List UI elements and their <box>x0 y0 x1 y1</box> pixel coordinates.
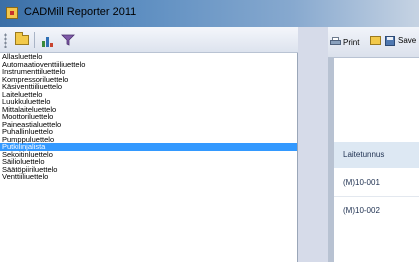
row-divider <box>334 196 419 197</box>
title-bar[interactable]: CADMill Reporter 2011 <box>0 0 419 27</box>
open-folder-button[interactable] <box>13 31 31 49</box>
column-header-laitetunnus: Laitetunnus <box>343 150 385 159</box>
app-icon <box>6 7 18 19</box>
save-button[interactable]: Save <box>398 36 416 45</box>
save-icon[interactable] <box>385 36 395 46</box>
chart-icon <box>41 33 55 47</box>
toolbar-grip[interactable] <box>4 33 7 48</box>
left-toolbar <box>0 27 298 53</box>
list-item[interactable]: Venttiiliuettelo <box>0 173 297 181</box>
window-title: CADMill Reporter 2011 <box>24 6 137 18</box>
report-list[interactable]: Allasluettelo Automaatioventtiiliuettelo… <box>0 53 297 262</box>
open-report-icon[interactable] <box>370 36 381 45</box>
filter-button[interactable] <box>59 31 77 49</box>
list-item[interactable]: Sekoitinluettelo <box>0 150 297 159</box>
pane-splitter[interactable] <box>298 27 328 262</box>
table-cell: (M)10-001 <box>343 178 380 187</box>
list-item[interactable]: Käsiventtiiliuettelo <box>0 83 297 91</box>
print-label: Print <box>343 37 360 47</box>
toolbar-separator <box>34 32 35 48</box>
app-window: CADMill Reporter 2011 Allasluettelo Auto… <box>0 0 419 262</box>
report-toolbar: Print Save <box>328 27 419 58</box>
table-cell: (M)10-002 <box>343 206 380 215</box>
filter-icon <box>61 34 75 46</box>
printer-icon <box>330 37 341 47</box>
chart-button[interactable] <box>39 31 57 49</box>
print-button[interactable]: Print <box>330 35 359 49</box>
folder-open-icon <box>15 32 29 45</box>
